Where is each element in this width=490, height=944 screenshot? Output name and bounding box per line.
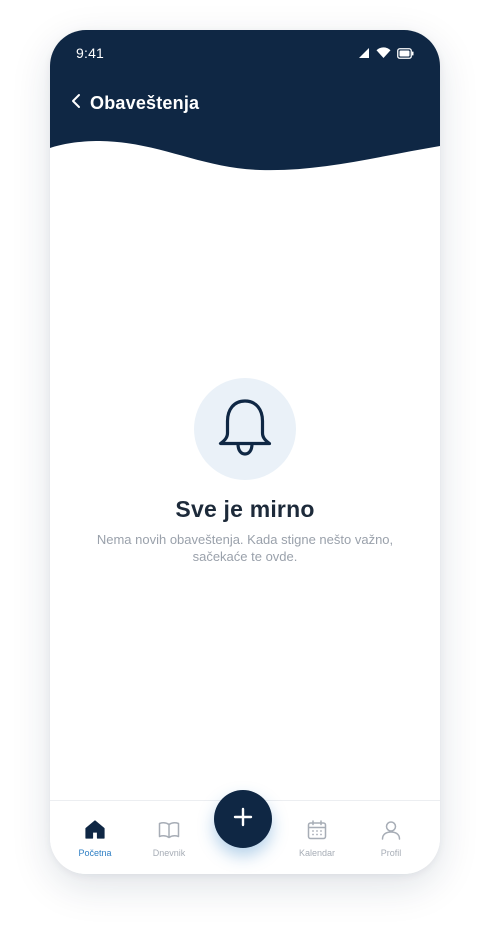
tab-label: Kalendar <box>298 848 336 858</box>
tab-profil[interactable]: Profil <box>361 820 421 858</box>
tab-label: Dnevnik <box>152 848 186 858</box>
status-icons <box>358 46 414 60</box>
tab-pocetna[interactable]: Početna <box>65 820 125 858</box>
header: 9:41 Obaveštenja <box>50 30 440 180</box>
wifi-icon <box>376 47 391 59</box>
book-icon <box>158 821 180 844</box>
chevron-left-icon <box>71 93 81 114</box>
empty-state: Sve je mirno Nema novih obaveštenja. Kad… <box>50 378 440 565</box>
home-icon <box>85 820 105 844</box>
user-icon <box>381 820 401 845</box>
signal-icon <box>358 47 370 59</box>
empty-state-title: Sve je mirno <box>175 496 315 522</box>
add-entry-fab[interactable] <box>214 790 272 848</box>
battery-icon <box>397 47 414 59</box>
bell-icon <box>215 395 275 464</box>
tab-label: Profil <box>380 848 402 858</box>
tab-kalendar[interactable]: Kalendar <box>287 819 347 858</box>
title-row: Obaveštenja <box>66 90 199 116</box>
tab-dnevnik[interactable]: Dnevnik <box>139 821 199 858</box>
status-time: 9:41 <box>76 45 105 61</box>
status-bar: 9:41 <box>50 30 440 76</box>
page-title: Obaveštenja <box>90 92 200 113</box>
calendar-icon <box>307 819 327 845</box>
tab-label: Početna <box>78 848 112 858</box>
bell-circle <box>194 378 296 480</box>
phone-frame: 9:41 Obaveštenja Sve je mirno Nema novih… <box>50 30 440 874</box>
back-button[interactable] <box>66 90 86 116</box>
plus-icon <box>233 807 253 832</box>
empty-state-description: Nema novih obaveštenja. Kada stigne nešt… <box>96 532 394 564</box>
